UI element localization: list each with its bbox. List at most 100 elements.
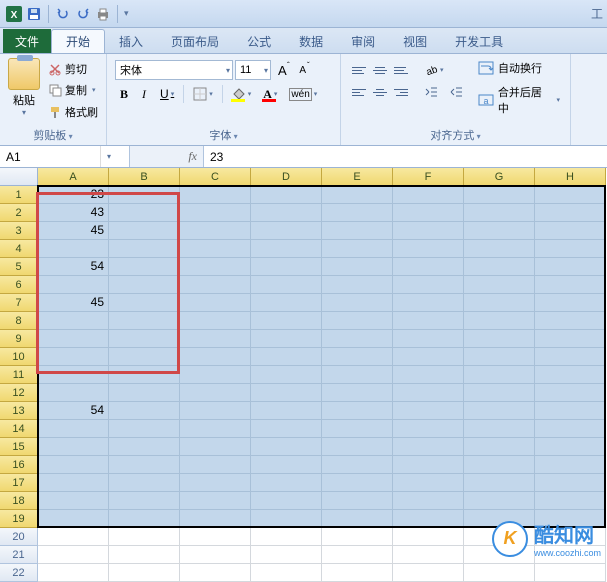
cell[interactable]: [535, 384, 606, 402]
column-header[interactable]: A: [38, 168, 109, 186]
cell[interactable]: [393, 366, 464, 384]
cell[interactable]: [535, 564, 606, 582]
cell[interactable]: [251, 294, 322, 312]
cell[interactable]: [322, 546, 393, 564]
font-color-button[interactable]: A▾: [258, 84, 282, 104]
row-header[interactable]: 10: [0, 348, 38, 366]
cell[interactable]: [109, 420, 180, 438]
cell[interactable]: [535, 348, 606, 366]
cell[interactable]: [38, 438, 109, 456]
cell[interactable]: [109, 258, 180, 276]
wrap-text-button[interactable]: 自动换行: [476, 58, 562, 78]
cell[interactable]: [38, 564, 109, 582]
cell[interactable]: [393, 186, 464, 204]
cell[interactable]: [251, 438, 322, 456]
row-header[interactable]: 3: [0, 222, 38, 240]
underline-button[interactable]: U▾: [155, 84, 179, 104]
column-header[interactable]: C: [180, 168, 251, 186]
cell[interactable]: [322, 276, 393, 294]
tab-review[interactable]: 审阅: [337, 29, 389, 53]
increase-font-button[interactable]: Aˆ: [273, 60, 292, 80]
row-header[interactable]: 8: [0, 312, 38, 330]
row-header[interactable]: 2: [0, 204, 38, 222]
cell[interactable]: [251, 312, 322, 330]
cell[interactable]: [393, 258, 464, 276]
cell[interactable]: [180, 492, 251, 510]
cell[interactable]: [109, 294, 180, 312]
cell[interactable]: [251, 510, 322, 528]
tab-insert[interactable]: 插入: [105, 29, 157, 53]
cell[interactable]: [535, 330, 606, 348]
cell[interactable]: [180, 420, 251, 438]
copy-button[interactable]: 复制▾: [46, 81, 100, 99]
cell[interactable]: [109, 186, 180, 204]
redo-icon[interactable]: [75, 6, 91, 22]
cell[interactable]: [109, 240, 180, 258]
decrease-font-button[interactable]: Aˇ: [294, 60, 312, 80]
cell[interactable]: [109, 402, 180, 420]
cell[interactable]: [109, 492, 180, 510]
increase-indent-button[interactable]: [444, 82, 468, 102]
align-top-button[interactable]: [349, 60, 369, 80]
cell[interactable]: [322, 474, 393, 492]
cell[interactable]: [38, 492, 109, 510]
cell[interactable]: [180, 474, 251, 492]
cell[interactable]: [109, 528, 180, 546]
align-bottom-button[interactable]: [391, 60, 411, 80]
cell[interactable]: [109, 546, 180, 564]
row-header[interactable]: 15: [0, 438, 38, 456]
font-name-combo[interactable]: 宋体▾: [115, 60, 233, 80]
cell[interactable]: [180, 438, 251, 456]
cell[interactable]: [535, 438, 606, 456]
row-header[interactable]: 11: [0, 366, 38, 384]
cell[interactable]: [393, 348, 464, 366]
name-box-input[interactable]: [0, 150, 100, 164]
phonetic-button[interactable]: wén▾: [284, 84, 322, 104]
cell[interactable]: [180, 258, 251, 276]
italic-button[interactable]: I: [135, 84, 153, 104]
column-header[interactable]: E: [322, 168, 393, 186]
cell[interactable]: [180, 402, 251, 420]
cell[interactable]: [464, 330, 535, 348]
row-header[interactable]: 5: [0, 258, 38, 276]
cell[interactable]: [322, 384, 393, 402]
tab-view[interactable]: 视图: [389, 29, 441, 53]
cell[interactable]: [109, 276, 180, 294]
cell[interactable]: [109, 348, 180, 366]
cell[interactable]: [535, 186, 606, 204]
cell[interactable]: [180, 366, 251, 384]
row-header[interactable]: 12: [0, 384, 38, 402]
cell[interactable]: [464, 456, 535, 474]
cell[interactable]: [464, 474, 535, 492]
cell[interactable]: [180, 312, 251, 330]
cell[interactable]: [322, 438, 393, 456]
row-header[interactable]: 18: [0, 492, 38, 510]
cell[interactable]: [38, 366, 109, 384]
cell[interactable]: [393, 546, 464, 564]
cell[interactable]: [180, 384, 251, 402]
cell[interactable]: [180, 222, 251, 240]
cell[interactable]: [535, 240, 606, 258]
cell[interactable]: [109, 366, 180, 384]
cell[interactable]: [38, 348, 109, 366]
cell[interactable]: [180, 240, 251, 258]
cell[interactable]: [38, 276, 109, 294]
undo-icon[interactable]: [55, 6, 71, 22]
tab-page-layout[interactable]: 页面布局: [157, 29, 233, 53]
cell[interactable]: [180, 204, 251, 222]
cell[interactable]: [251, 546, 322, 564]
cell[interactable]: [464, 204, 535, 222]
row-header[interactable]: 17: [0, 474, 38, 492]
cell[interactable]: [251, 222, 322, 240]
cell[interactable]: [393, 474, 464, 492]
cell[interactable]: [464, 240, 535, 258]
cell[interactable]: [535, 204, 606, 222]
cell[interactable]: [322, 312, 393, 330]
cell[interactable]: 45: [38, 222, 109, 240]
row-header[interactable]: 6: [0, 276, 38, 294]
cell[interactable]: [180, 348, 251, 366]
cell[interactable]: [535, 222, 606, 240]
cell[interactable]: [393, 384, 464, 402]
cell[interactable]: [251, 402, 322, 420]
cell[interactable]: [38, 474, 109, 492]
